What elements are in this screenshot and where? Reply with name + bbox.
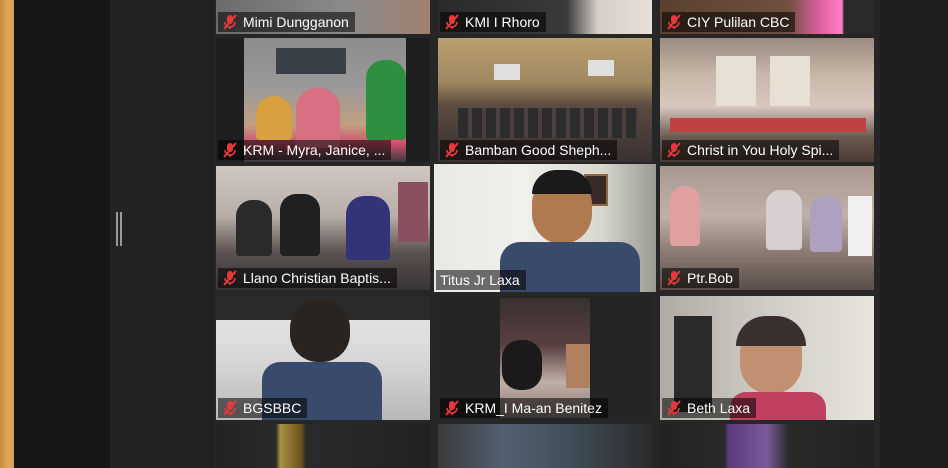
- participant-name: Llano Christian Baptis...: [243, 270, 391, 286]
- participant-name: Mimi Dungganon: [243, 14, 349, 30]
- participant-name: CIY Pulilan CBC: [687, 14, 790, 30]
- participant-name: Bamban Good Sheph...: [465, 142, 612, 158]
- participant-nameplate: Bamban Good Sheph...: [440, 140, 618, 160]
- drag-handle-icon[interactable]: [116, 212, 122, 246]
- microphone-muted-icon: [666, 142, 682, 158]
- video-tile[interactable]: Mimi Dungganon: [216, 0, 430, 34]
- participant-nameplate: KRM_I Ma-an Benitez: [440, 398, 608, 418]
- video-tile[interactable]: Bamban Good Sheph...: [438, 38, 652, 162]
- participant-name: KRM_I Ma-an Benitez: [465, 400, 602, 416]
- side-panel: [110, 0, 214, 468]
- video-tile-active-speaker[interactable]: Titus Jr Laxa: [434, 164, 656, 292]
- participant-nameplate: CIY Pulilan CBC: [662, 12, 796, 32]
- participant-nameplate: Titus Jr Laxa: [436, 270, 526, 290]
- video-tile[interactable]: Llano Christian Baptis...: [216, 166, 430, 290]
- video-tile[interactable]: Christ in You Holy Spi...: [660, 38, 874, 162]
- participant-nameplate: Christ in You Holy Spi...: [662, 140, 840, 160]
- microphone-muted-icon: [222, 142, 238, 158]
- participant-name: Christ in You Holy Spi...: [687, 142, 834, 158]
- video-tile[interactable]: CIY Pulilan CBC: [660, 0, 874, 34]
- video-tile[interactable]: BGSBBC: [216, 296, 430, 420]
- participant-name: KRM - Myra, Janice, ...: [243, 142, 386, 158]
- participant-name: KMI I Rhoro: [465, 14, 540, 30]
- microphone-muted-icon: [222, 14, 238, 30]
- microphone-muted-icon: [222, 400, 238, 416]
- microphone-muted-icon: [444, 142, 460, 158]
- video-tile[interactable]: Ptr.Bob: [660, 166, 874, 290]
- participant-name: BGSBBC: [243, 400, 302, 416]
- video-tile[interactable]: KMI I Rhoro: [438, 0, 652, 34]
- video-tile[interactable]: Beth Laxa: [660, 296, 874, 420]
- participant-nameplate: Beth Laxa: [662, 398, 757, 418]
- microphone-muted-icon: [222, 270, 238, 286]
- participant-nameplate: Ptr.Bob: [662, 268, 739, 288]
- window-margin-right: [880, 0, 948, 468]
- microphone-muted-icon: [666, 400, 682, 416]
- participant-nameplate: KRM - Myra, Janice, ...: [218, 140, 392, 160]
- video-tile[interactable]: [216, 424, 430, 468]
- video-tile[interactable]: KRM_I Ma-an Benitez: [438, 296, 652, 420]
- participant-name: Ptr.Bob: [687, 270, 733, 286]
- participant-nameplate: BGSBBC: [218, 398, 308, 418]
- background-wall: [0, 0, 14, 468]
- window-margin: [14, 0, 110, 468]
- video-tile[interactable]: [660, 424, 874, 468]
- participant-nameplate: KMI I Rhoro: [440, 12, 546, 32]
- microphone-muted-icon: [666, 270, 682, 286]
- video-tile[interactable]: KRM - Myra, Janice, ...: [216, 38, 430, 162]
- microphone-muted-icon: [444, 400, 460, 416]
- participant-nameplate: Llano Christian Baptis...: [218, 268, 397, 288]
- participant-nameplate: Mimi Dungganon: [218, 12, 355, 32]
- microphone-muted-icon: [444, 14, 460, 30]
- participant-name: Beth Laxa: [687, 400, 751, 416]
- participant-name: Titus Jr Laxa: [440, 272, 520, 288]
- video-tile[interactable]: [438, 424, 652, 468]
- microphone-muted-icon: [666, 14, 682, 30]
